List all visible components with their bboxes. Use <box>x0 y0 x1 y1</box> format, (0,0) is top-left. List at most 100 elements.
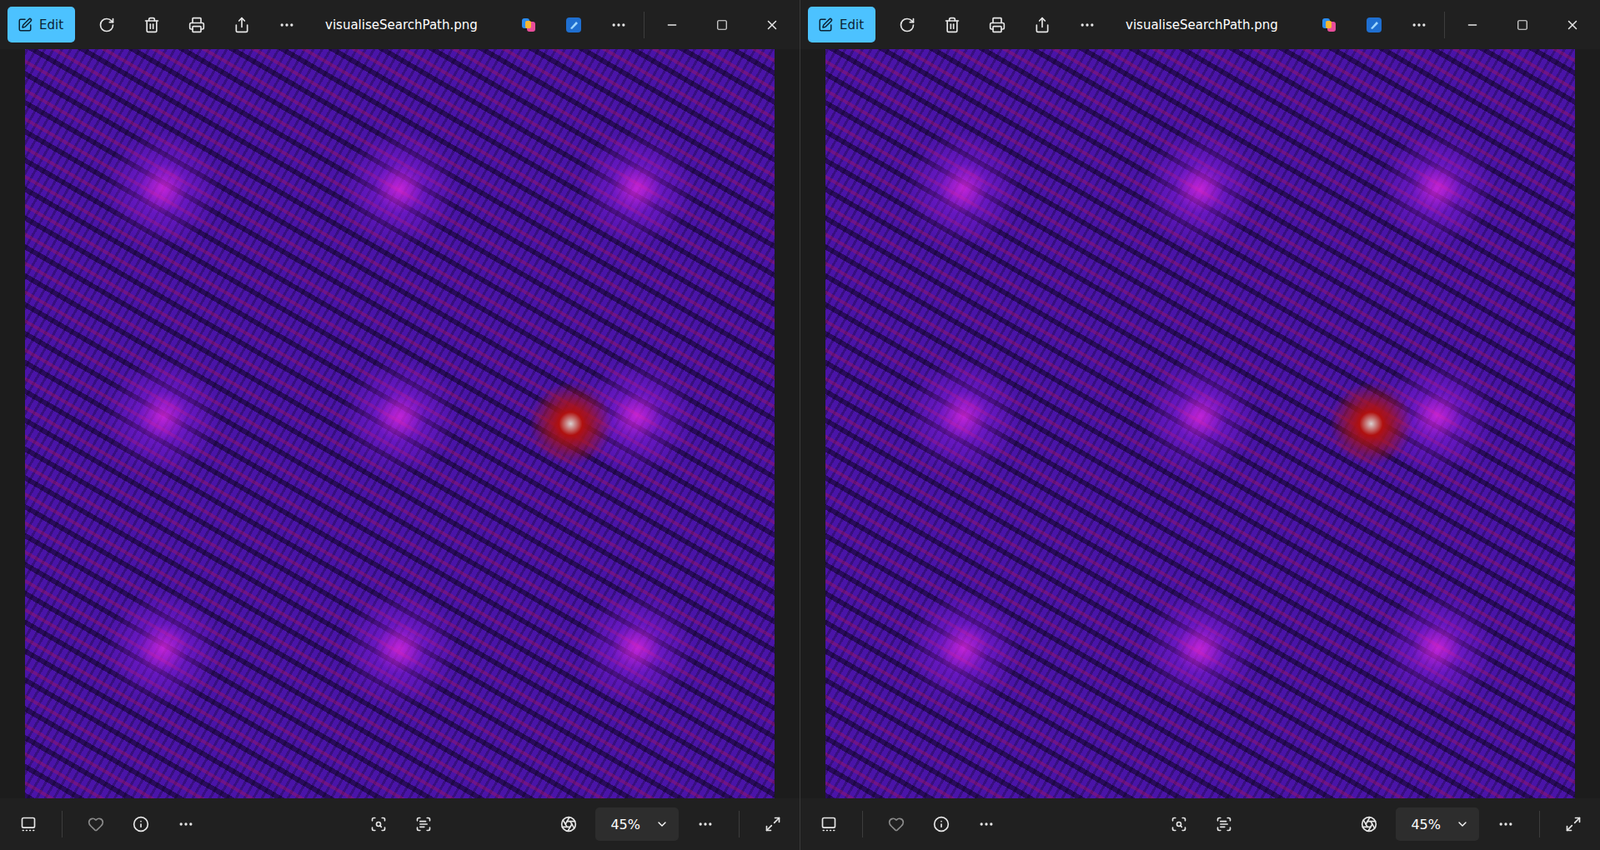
maximize-icon <box>716 19 728 31</box>
divider <box>61 811 63 838</box>
trash-icon <box>943 16 961 34</box>
image-viewer <box>0 49 800 799</box>
chevron-down-icon <box>655 817 669 832</box>
designer-icon <box>565 16 582 34</box>
more-button[interactable] <box>1400 8 1438 42</box>
title-bar: EditvisualiseSearchPath.png <box>0 0 800 50</box>
more-button[interactable] <box>600 8 637 42</box>
print-button[interactable] <box>178 8 216 42</box>
scan-search-icon <box>1170 816 1188 833</box>
zoom-value: 45% <box>610 817 641 833</box>
image <box>25 49 775 799</box>
window-title: visualiseSearchPath.png <box>1105 17 1311 33</box>
designer-button[interactable] <box>555 8 592 42</box>
edit-icon <box>17 17 33 33</box>
share-button[interactable] <box>1023 8 1061 42</box>
zoom-dropdown[interactable]: 45% <box>1395 807 1480 842</box>
visual-search-button[interactable] <box>360 807 397 842</box>
minimize-button[interactable] <box>651 8 693 42</box>
share-icon <box>1033 16 1051 34</box>
info-button[interactable] <box>922 807 960 842</box>
desktop: EditvisualiseSearchPath.png45%Editvisual… <box>0 0 1600 850</box>
ellipsis-icon <box>278 16 296 34</box>
expand-icon <box>764 816 782 833</box>
more-button[interactable] <box>1487 807 1525 842</box>
maximize-button[interactable] <box>701 8 743 42</box>
heart-icon <box>87 816 105 833</box>
more-button[interactable] <box>1068 8 1106 42</box>
close-icon <box>1564 17 1580 33</box>
filmstrip-icon <box>820 816 838 833</box>
fullscreen-button[interactable] <box>754 807 792 842</box>
more-button[interactable] <box>167 807 205 842</box>
ellipsis-icon <box>177 816 195 833</box>
ellipsis-icon <box>1497 816 1515 833</box>
divider <box>738 811 740 838</box>
visual-search-button[interactable] <box>1160 807 1198 842</box>
scan-search-icon <box>370 816 387 833</box>
rotate-button[interactable] <box>888 8 926 42</box>
filmstrip-button[interactable] <box>10 807 47 842</box>
minimize-button[interactable] <box>1451 8 1494 42</box>
copilot-icon <box>1320 16 1338 34</box>
delete-button[interactable] <box>133 8 171 42</box>
close-button[interactable] <box>751 8 793 42</box>
maximize-button[interactable] <box>1501 8 1544 42</box>
delete-button[interactable] <box>933 8 971 42</box>
zoom-dropdown[interactable]: 45% <box>595 807 679 842</box>
fullscreen-button[interactable] <box>1554 807 1592 842</box>
divider <box>862 811 863 838</box>
more-button[interactable] <box>268 8 306 42</box>
bottom-bar: 45% <box>800 798 1600 850</box>
info-button[interactable] <box>122 807 160 842</box>
printer-icon <box>988 16 1006 34</box>
hdr-icon <box>560 816 577 833</box>
minimize-icon <box>1465 18 1480 32</box>
divider <box>1539 811 1540 838</box>
minimize-icon <box>665 18 679 32</box>
share-button[interactable] <box>223 8 261 42</box>
ellipsis-icon <box>978 816 995 833</box>
trash-icon <box>143 16 161 34</box>
copilot-button[interactable] <box>510 8 547 42</box>
edit-label: Edit <box>839 17 864 33</box>
hdr-button[interactable] <box>550 807 587 842</box>
ellipsis-icon <box>697 816 714 833</box>
close-button[interactable] <box>1551 8 1594 42</box>
designer-button[interactable] <box>1355 8 1393 42</box>
scan-text-button[interactable] <box>1205 807 1243 842</box>
edit-button[interactable]: Edit <box>807 6 876 43</box>
print-button[interactable] <box>978 8 1016 42</box>
favorite-button[interactable] <box>877 807 915 842</box>
zoom-value: 45% <box>1410 817 1441 833</box>
ellipsis-icon <box>1410 16 1428 34</box>
photos-window: Edit visualiseSearchPath.png 45% <box>800 0 1600 850</box>
image-viewer <box>800 49 1600 799</box>
title-bar: Edit visualiseSearchPath.png <box>800 0 1600 50</box>
filmstrip-button[interactable] <box>810 807 848 842</box>
bottom-bar: 45% <box>0 798 800 850</box>
maximize-icon <box>1516 19 1529 31</box>
edit-icon <box>817 17 833 33</box>
expand-icon <box>1564 816 1582 833</box>
share-icon <box>233 16 251 34</box>
ellipsis-icon <box>1078 16 1096 34</box>
rotate-button[interactable] <box>88 8 126 42</box>
hdr-button[interactable] <box>1350 807 1388 842</box>
hdr-icon <box>1360 816 1378 833</box>
favorite-button[interactable] <box>77 807 115 842</box>
divider <box>1444 11 1445 39</box>
edit-button[interactable]: Edit <box>7 6 76 43</box>
close-icon <box>764 17 780 33</box>
edit-label: Edit <box>39 17 64 33</box>
info-icon <box>132 816 150 833</box>
more-button[interactable] <box>968 807 1005 842</box>
scan-text-icon <box>1215 816 1233 833</box>
copilot-button[interactable] <box>1310 8 1348 42</box>
rotate-icon <box>98 16 116 34</box>
divider <box>643 11 645 39</box>
more-button[interactable] <box>687 807 724 842</box>
copilot-icon <box>520 16 537 34</box>
designer-icon <box>1365 16 1383 34</box>
scan-text-button[interactable] <box>405 807 442 842</box>
